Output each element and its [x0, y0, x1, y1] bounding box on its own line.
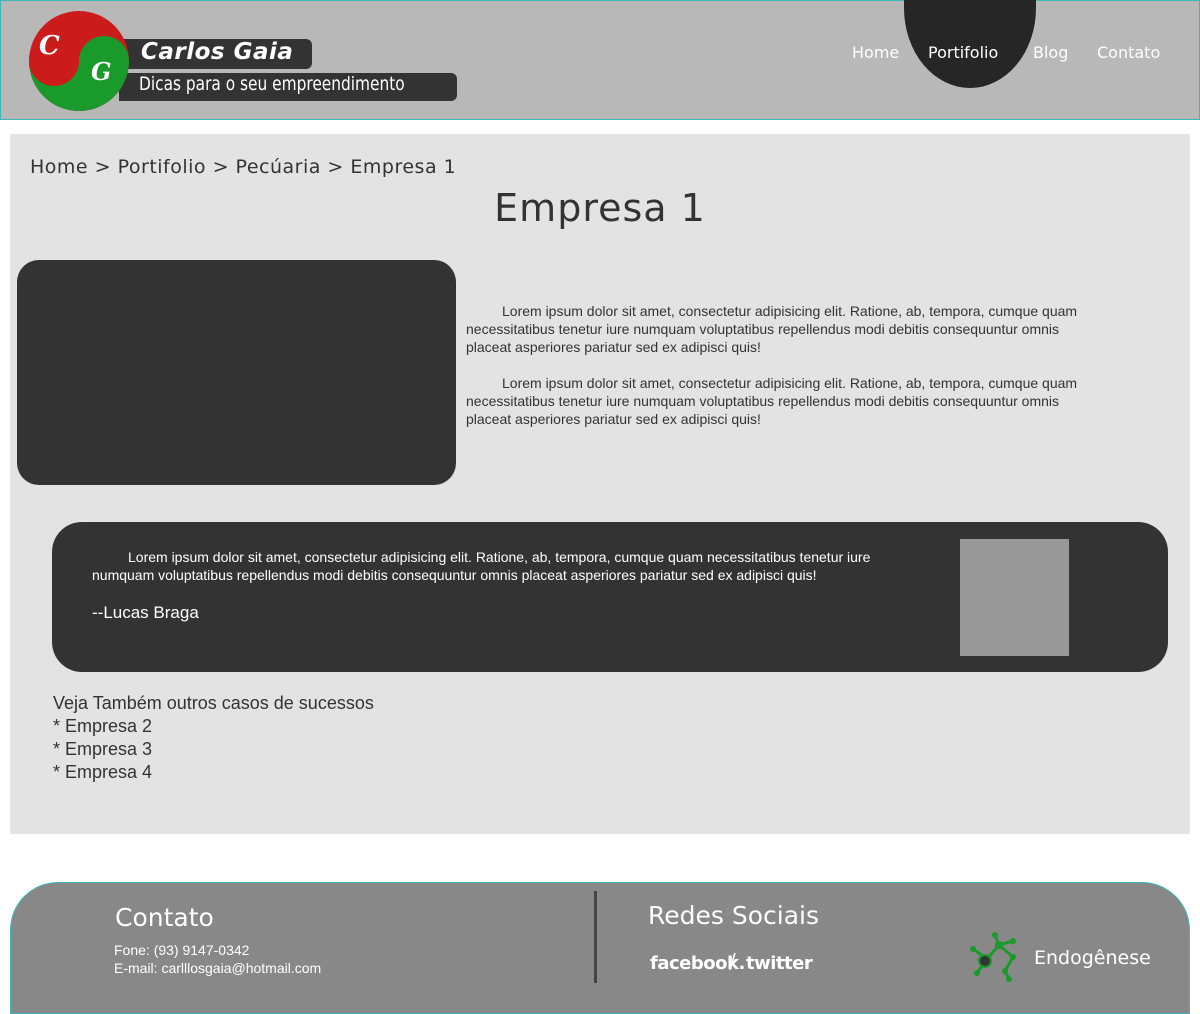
- description-paragraph-2: Lorem ipsum dolor sit amet, consectetur …: [466, 375, 1078, 427]
- see-also-link-empresa-4[interactable]: * Empresa 4: [53, 761, 374, 784]
- company-image: [17, 260, 456, 485]
- testimonial-text: Lorem ipsum dolor sit amet, consectetur …: [92, 549, 871, 583]
- footer-email[interactable]: E-mail: carlllosgaia@hotmail.com: [114, 960, 321, 976]
- testimonial-card: Lorem ipsum dolor sit amet, consectetur …: [52, 522, 1168, 672]
- footer-divider: [594, 891, 597, 983]
- twitter-link[interactable]: twitter: [746, 953, 813, 974]
- footer-contact-heading: Contato: [115, 903, 214, 932]
- description-paragraph-1: Lorem ipsum dolor sit amet, consectetur …: [466, 303, 1078, 355]
- see-also-link-empresa-3[interactable]: * Empresa 3: [53, 738, 374, 761]
- nav-contato[interactable]: Contato: [1097, 43, 1160, 62]
- footer-social-heading: Redes Sociais: [648, 901, 819, 930]
- testimonial-author: --Lucas Braga: [92, 603, 199, 622]
- brand-name[interactable]: Carlos Gaia: [141, 39, 293, 65]
- see-also-link-empresa-2[interactable]: * Empresa 2: [53, 715, 374, 738]
- nav-home[interactable]: Home: [852, 43, 899, 62]
- footer-phone: Fone: (93) 9147-0342: [114, 942, 250, 958]
- social-separator: /: [729, 949, 736, 973]
- testimonial-photo: [960, 539, 1069, 656]
- site-header: Carlos Gaia Dicas para o seu empreendime…: [0, 0, 1200, 120]
- endogenese-logo-icon[interactable]: [969, 931, 1021, 983]
- breadcrumb[interactable]: Home > Portifolio > Pecúaria > Empresa 1: [30, 156, 456, 178]
- logo-letter-c: C: [39, 31, 60, 61]
- page-title: Empresa 1: [494, 186, 706, 230]
- site-footer: Contato Fone: (93) 9147-0342 E-mail: car…: [10, 882, 1190, 1014]
- main-content: Home > Portifolio > Pecúaria > Empresa 1…: [10, 134, 1190, 834]
- brand-tagline: Dicas para o seu empreendimento: [139, 73, 405, 95]
- nav-portifolio[interactable]: Portifolio: [928, 43, 998, 62]
- nav-blog[interactable]: Blog: [1033, 43, 1068, 62]
- see-also-section: Veja Também outros casos de sucessos * E…: [53, 692, 374, 784]
- endogenese-credit[interactable]: Endogênese: [1034, 947, 1151, 969]
- see-also-heading: Veja Também outros casos de sucessos: [53, 693, 374, 713]
- logo[interactable]: [29, 11, 129, 111]
- logo-letter-g: G: [91, 57, 112, 86]
